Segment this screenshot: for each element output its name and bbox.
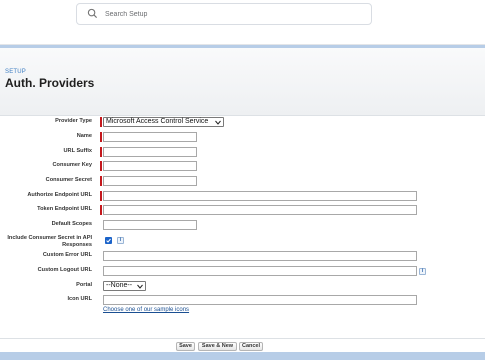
portal-value: --None-- <box>106 282 133 289</box>
token-endpoint-input[interactable] <box>103 205 417 215</box>
consumer-secret-label: Consumer Secret <box>45 177 92 183</box>
info-icon[interactable]: i <box>419 268 426 275</box>
provider-type-label: Provider Type <box>55 118 92 124</box>
nav-bar <box>0 28 485 45</box>
consumer-secret-input[interactable] <box>103 176 197 186</box>
breadcrumb[interactable]: SETUP <box>5 69 26 75</box>
page-title: Auth. Providers <box>5 76 95 90</box>
icon-url-input[interactable] <box>103 295 417 305</box>
footer-divider <box>0 338 485 339</box>
name-input[interactable] <box>103 132 197 142</box>
required-marker <box>100 176 102 186</box>
required-marker <box>100 132 102 142</box>
checkbox-checked-icon <box>106 238 111 243</box>
url-suffix-input[interactable] <box>103 147 197 157</box>
url-suffix-label: URL Suffix <box>63 148 93 154</box>
icon-url-label: Icon URL <box>67 296 92 302</box>
default-scopes-input[interactable] <box>103 220 197 230</box>
save-new-button[interactable]: Save & New <box>198 342 237 351</box>
required-marker <box>100 117 102 127</box>
sample-icons-link[interactable]: Choose one of our sample icons <box>103 307 189 313</box>
global-header <box>0 0 485 28</box>
footer-band <box>0 352 485 360</box>
portal-select[interactable]: --None-- <box>103 281 146 291</box>
chevron-down-icon <box>137 284 143 289</box>
custom-logout-url-input[interactable] <box>103 266 417 276</box>
include-secret-label: Include Consumer Secret in API Responses <box>7 235 92 248</box>
required-marker <box>100 147 102 157</box>
authorize-endpoint-input[interactable] <box>103 191 417 201</box>
consumer-key-label: Consumer Key <box>52 162 92 168</box>
portal-label: Portal <box>76 282 92 288</box>
required-marker <box>100 191 102 201</box>
include-secret-checkbox[interactable] <box>105 237 112 244</box>
search-icon <box>87 8 98 19</box>
required-marker <box>100 205 102 215</box>
search-box[interactable] <box>76 3 372 25</box>
required-marker <box>100 161 102 171</box>
include-secret-label-line1: Include Consumer Secret in API <box>7 235 92 241</box>
custom-logout-url-label: Custom Logout URL <box>37 267 92 273</box>
default-scopes-label: Default Scopes <box>51 221 92 227</box>
custom-error-url-label: Custom Error URL <box>42 252 92 258</box>
consumer-key-input[interactable] <box>103 161 197 171</box>
token-endpoint-label: Token Endpoint URL <box>37 206 92 212</box>
include-secret-label-line2: Responses <box>62 241 92 248</box>
authorize-endpoint-label: Authorize Endpoint URL <box>27 192 92 198</box>
chevron-down-icon <box>215 120 221 125</box>
cancel-button[interactable]: Cancel <box>239 342 263 351</box>
custom-error-url-input[interactable] <box>103 251 417 261</box>
info-icon[interactable]: i <box>117 237 124 244</box>
search-input[interactable] <box>105 6 365 22</box>
name-label: Name <box>76 133 92 139</box>
save-button[interactable]: Save <box>176 342 195 351</box>
provider-type-select[interactable]: Microsoft Access Control Service <box>103 117 224 127</box>
provider-type-value: Microsoft Access Control Service <box>106 118 209 125</box>
